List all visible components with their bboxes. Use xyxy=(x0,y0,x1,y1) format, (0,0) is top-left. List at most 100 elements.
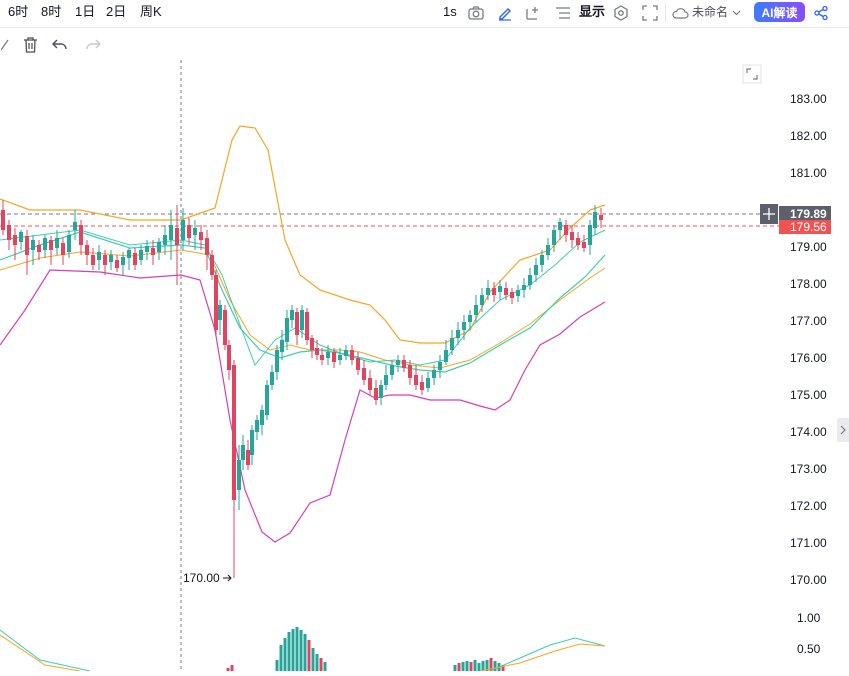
candle-body xyxy=(576,238,580,245)
timeframe-6h[interactable]: 6时 xyxy=(8,3,28,21)
candle-body xyxy=(246,450,250,465)
plus-box-icon[interactable] xyxy=(524,4,542,22)
price-axis-label: 170.00 xyxy=(790,573,827,587)
timeframe-8h[interactable]: 8时 xyxy=(41,3,61,21)
candle-body xyxy=(133,253,137,265)
trash-icon[interactable] xyxy=(21,36,39,54)
volume-bar xyxy=(315,654,319,671)
candle-body xyxy=(420,382,424,390)
candle-body xyxy=(73,222,77,230)
scroll-handle[interactable] xyxy=(837,418,849,442)
candle-body xyxy=(480,295,484,305)
volume-bar xyxy=(457,663,461,671)
candle-body xyxy=(344,350,348,356)
candle-body xyxy=(205,238,209,255)
toolbar-divider xyxy=(665,4,666,22)
price-chart[interactable]: 170.00 183.00 182.00 181.00 179.00 178.00 177… xyxy=(0,60,849,672)
candle-body xyxy=(498,286,502,292)
candle-body xyxy=(280,340,284,352)
list-icon[interactable] xyxy=(554,4,572,22)
candle-body xyxy=(468,315,472,322)
volume-bar xyxy=(477,663,481,671)
share-icon[interactable] xyxy=(812,4,830,22)
candle-body xyxy=(290,310,294,320)
candle-body xyxy=(139,250,143,260)
candles-group xyxy=(1,200,603,578)
price-axis-label: 176.00 xyxy=(790,351,827,365)
candle-body xyxy=(320,355,324,360)
candle-body xyxy=(19,232,23,242)
candle-body xyxy=(450,338,454,350)
candle-body xyxy=(49,240,53,250)
price-axis-label: 177.00 xyxy=(790,314,827,328)
candle-body xyxy=(570,232,574,240)
volume-ma-line-2 xyxy=(0,634,81,672)
display-button[interactable]: 显示 xyxy=(579,3,605,21)
candle-body xyxy=(588,225,592,245)
timeframe-1d[interactable]: 1日 xyxy=(75,3,95,21)
plus-icon[interactable] xyxy=(760,204,778,224)
candle-body xyxy=(432,370,436,378)
expand-icon[interactable] xyxy=(742,64,762,84)
candle-body xyxy=(91,255,95,265)
candle-body xyxy=(109,255,113,262)
candle-body xyxy=(151,248,155,255)
candle-body xyxy=(210,255,214,275)
interval-selector[interactable]: 1s xyxy=(443,3,457,21)
chevron-down-icon[interactable] xyxy=(731,6,741,20)
candle-body xyxy=(127,250,131,258)
candle-body xyxy=(510,292,514,298)
candle-body xyxy=(31,240,35,250)
candle-body xyxy=(414,375,418,385)
candle-body xyxy=(426,378,430,388)
timeframe-2d[interactable]: 2日 xyxy=(106,3,126,21)
volume-bar xyxy=(461,662,465,671)
candle-body xyxy=(1,210,5,230)
ai-interpret-button[interactable]: AI解读 xyxy=(754,2,805,22)
candle-body xyxy=(169,225,173,240)
price-axis-label: 172.00 xyxy=(790,499,827,513)
candle-body xyxy=(175,228,179,245)
volume-bar xyxy=(230,665,234,671)
layout-name[interactable]: 未命名 xyxy=(692,3,728,21)
volume-bar xyxy=(469,662,473,671)
pencil-icon[interactable] xyxy=(496,4,514,22)
candle-body xyxy=(310,338,314,350)
candle-body xyxy=(43,238,47,250)
candle-body xyxy=(315,348,319,355)
candle-body xyxy=(486,288,490,295)
candle-body xyxy=(157,242,161,252)
redo-icon xyxy=(84,36,102,54)
low-arrow-icon xyxy=(223,574,232,582)
candlestick-chart[interactable]: 170.00 183.00 182.00 181.00 179.00 178.00 177… xyxy=(0,60,849,672)
candle-body xyxy=(552,230,556,245)
candle-body xyxy=(187,225,191,238)
candle-body xyxy=(37,245,41,252)
candle-body xyxy=(528,275,532,285)
candle-body xyxy=(368,378,372,390)
candle-body xyxy=(25,236,29,255)
price-axis-label: 178.00 xyxy=(790,277,827,291)
candle-body xyxy=(295,312,299,335)
candle-body xyxy=(396,360,400,365)
candle-body xyxy=(558,222,562,230)
price-axis-label: 183.00 xyxy=(790,92,827,106)
candle-body xyxy=(214,275,218,330)
timeframe-week[interactable]: 周K xyxy=(140,3,162,21)
undo-icon[interactable] xyxy=(51,36,69,54)
volume-bar xyxy=(275,660,279,671)
candle-body xyxy=(7,225,11,240)
camera-icon[interactable] xyxy=(467,4,485,22)
candle-body xyxy=(492,288,496,295)
volume-bar xyxy=(453,665,457,671)
edit-icon[interactable] xyxy=(0,36,10,54)
volume-bar xyxy=(481,661,485,671)
volume-axis-label: 0.50 xyxy=(797,642,821,656)
candle-body xyxy=(456,330,460,338)
gear-icon[interactable] xyxy=(612,4,630,22)
fullscreen-icon[interactable] xyxy=(641,4,659,22)
price-axis-label: 181.00 xyxy=(790,166,827,180)
candle-body xyxy=(163,235,167,245)
volume-panel xyxy=(226,627,505,671)
candle-body xyxy=(593,212,597,228)
